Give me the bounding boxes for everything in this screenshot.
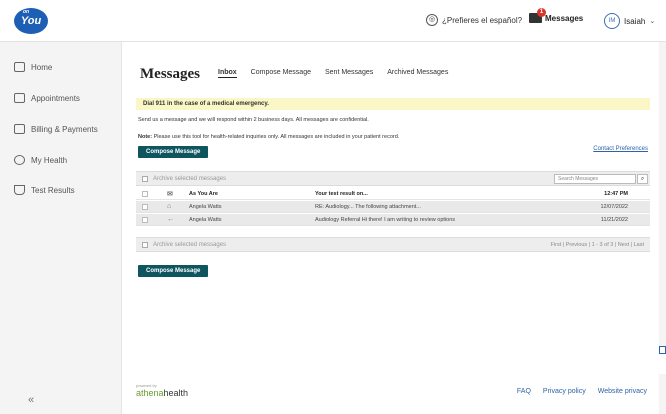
onyoutrac-logo[interactable]: on You (14, 8, 48, 34)
compose-message-button[interactable]: Compose Message (138, 146, 209, 158)
message-tabs: Inbox Compose Message Sent Messages Arch… (218, 69, 448, 78)
search-input[interactable]: Search Messages (554, 174, 636, 184)
calendar-icon (14, 93, 25, 103)
sidebar-item-label: Appointments (31, 93, 80, 103)
message-from: As You Are (189, 191, 218, 197)
row-checkbox[interactable] (142, 217, 148, 223)
footer-links: FAQ Privacy policy Website privacy (517, 388, 647, 395)
inbox-toolbar-top: Archive selected messages Search Message… (136, 171, 650, 186)
sidebar-item-label: My Health (31, 155, 68, 165)
brand-part-a: athena (136, 388, 164, 398)
message-subject[interactable]: RE: Audiology... The following attachmen… (315, 204, 421, 210)
message-date: 12/07/2022 (600, 204, 628, 210)
note-label: Note: (138, 134, 153, 140)
info-text: Send us a message and we will respond wi… (138, 117, 369, 123)
row-checkbox[interactable] (142, 191, 148, 197)
main-content: Messages Inbox Compose Message Sent Mess… (122, 42, 659, 414)
avatar: IM (604, 13, 620, 29)
language-toggle[interactable]: ◎ ¿Prefieres el español? (426, 14, 522, 26)
sidebar-item-test-results[interactable]: Test Results (14, 185, 75, 195)
floating-widget[interactable] (659, 346, 666, 374)
note-text: Note: Please use this tool for health-re… (138, 134, 399, 140)
select-all-checkbox[interactable] (142, 242, 148, 248)
billing-icon (14, 124, 25, 134)
website-privacy-link[interactable]: Website privacy (598, 388, 647, 395)
logo-text: You (20, 15, 42, 27)
archive-selected-link[interactable]: Archive selected messages (153, 242, 226, 248)
message-subject[interactable]: Audiology Referral Hi there! I am writin… (315, 217, 455, 223)
tab-inbox[interactable]: Inbox (218, 69, 237, 78)
pagination[interactable]: First | Previous | 1 - 3 of 3 | Next | L… (551, 242, 644, 248)
compose-message-button[interactable]: Compose Message (138, 265, 209, 277)
logo-small-text: on (23, 9, 30, 15)
sidebar-item-home[interactable]: Home (14, 62, 52, 72)
message-subject[interactable]: Your test result on... (315, 191, 368, 197)
messages-header-link[interactable]: 1 Messages (529, 8, 584, 23)
faq-link[interactable]: FAQ (517, 388, 531, 395)
inbox-toolbar-bottom: Archive selected messages First | Previo… (136, 237, 650, 252)
collapse-sidebar-icon[interactable]: « (28, 394, 34, 406)
brand-part-b: health (163, 388, 189, 398)
page-title: Messages (140, 66, 200, 82)
user-menu[interactable]: IM Isaiah ⌄ (604, 13, 655, 29)
privacy-policy-link[interactable]: Privacy policy (543, 388, 586, 395)
emergency-alert: Dial 911 in the case of a medical emerge… (136, 98, 650, 110)
athenahealth-logo: powered by athenahealth (136, 383, 188, 398)
select-all-checkbox[interactable] (142, 176, 148, 182)
user-name: Isaiah (624, 16, 646, 26)
tab-archived-messages[interactable]: Archived Messages (387, 69, 448, 78)
archive-selected-link[interactable]: Archive selected messages (153, 176, 226, 182)
top-header: on You ◎ ¿Prefieres el español? 1 Messag… (0, 0, 666, 42)
sidebar-item-appointments[interactable]: Appointments (14, 93, 80, 103)
sidebar-item-label: Test Results (31, 185, 75, 195)
sidebar-item-label: Billing & Payments (31, 124, 98, 134)
table-row[interactable]: ✉ As You Are Your test result on... 12:4… (136, 188, 650, 200)
sidebar-item-billing[interactable]: Billing & Payments (14, 124, 98, 134)
search-icon[interactable]: ⌕ (637, 174, 648, 184)
sidebar-item-label: Home (31, 62, 53, 72)
brand-name: athenahealth (136, 388, 188, 398)
messages-badge: 1 (537, 8, 546, 17)
heart-icon (14, 155, 25, 165)
new-message-icon: ✉ (167, 191, 173, 198)
home-icon (14, 62, 25, 72)
messages-label: Messages (545, 13, 584, 23)
message-date: 12:47 PM (604, 191, 628, 197)
sidebar-item-my-health[interactable]: My Health (14, 155, 67, 165)
reply-icon: ← (167, 216, 174, 223)
opened-message-icon: ⌂ (167, 203, 172, 210)
flask-icon (14, 185, 25, 195)
contact-preferences-link[interactable]: Contact Preferences (593, 146, 648, 152)
tab-sent-messages[interactable]: Sent Messages (325, 69, 373, 78)
row-checkbox[interactable] (142, 204, 148, 210)
message-date: 11/21/2022 (600, 217, 628, 223)
chevron-down-icon: ⌄ (649, 18, 656, 25)
translate-icon: ◎ (426, 14, 438, 26)
qr-icon (659, 346, 666, 354)
table-row[interactable]: ← Angela Watts Audiology Referral Hi the… (136, 214, 650, 226)
sidebar: Home Appointments Billing & Payments My … (0, 42, 122, 414)
message-from: Angela Watts (189, 204, 222, 210)
table-row[interactable]: ⌂ Angela Watts RE: Audiology... The foll… (136, 201, 650, 213)
tab-compose-message[interactable]: Compose Message (251, 69, 311, 78)
language-link[interactable]: ¿Prefieres el español? (442, 16, 522, 25)
app-page: on You ◎ ¿Prefieres el español? 1 Messag… (0, 0, 666, 414)
message-from: Angela Watts (189, 217, 222, 223)
message-icon: 1 (529, 8, 546, 23)
note-body: Please use this tool for health-related … (152, 134, 400, 140)
